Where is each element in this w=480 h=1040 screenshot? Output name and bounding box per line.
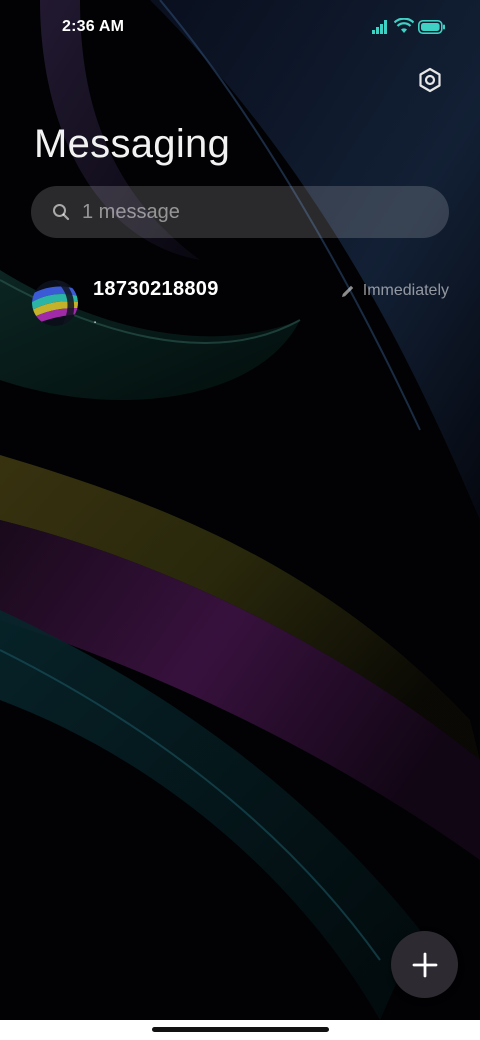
wifi-icon — [394, 18, 414, 33]
page-title: Messaging — [34, 122, 231, 166]
conversation-item[interactable]: 18730218809 . Immediately — [0, 262, 480, 342]
signal-icon — [372, 20, 387, 34]
pencil-icon — [341, 284, 355, 298]
status-bar: 2:36 AM — [0, 0, 480, 56]
contact-name: 18730218809 — [93, 278, 219, 300]
new-message-button[interactable] — [391, 931, 458, 998]
status-icons — [372, 18, 452, 38]
search-bar[interactable] — [31, 186, 449, 238]
message-snippet: . — [93, 310, 98, 327]
status-time: 2:36 AM — [62, 18, 125, 35]
messaging-screen: 2:36 AM Messaging 1 message 18730218809 … — [0, 0, 480, 1040]
navigation-bar — [0, 1020, 480, 1040]
battery-icon — [418, 20, 445, 34]
search-input[interactable] — [80, 199, 424, 225]
home-indicator[interactable] — [152, 1027, 329, 1032]
avatar — [32, 280, 78, 326]
gear-icon — [419, 67, 441, 93]
draft-time: Immediately — [341, 282, 449, 300]
conversation-time: Immediately — [362, 282, 449, 299]
plus-icon — [412, 952, 437, 977]
search-icon — [52, 203, 70, 221]
settings-button[interactable] — [414, 64, 446, 96]
